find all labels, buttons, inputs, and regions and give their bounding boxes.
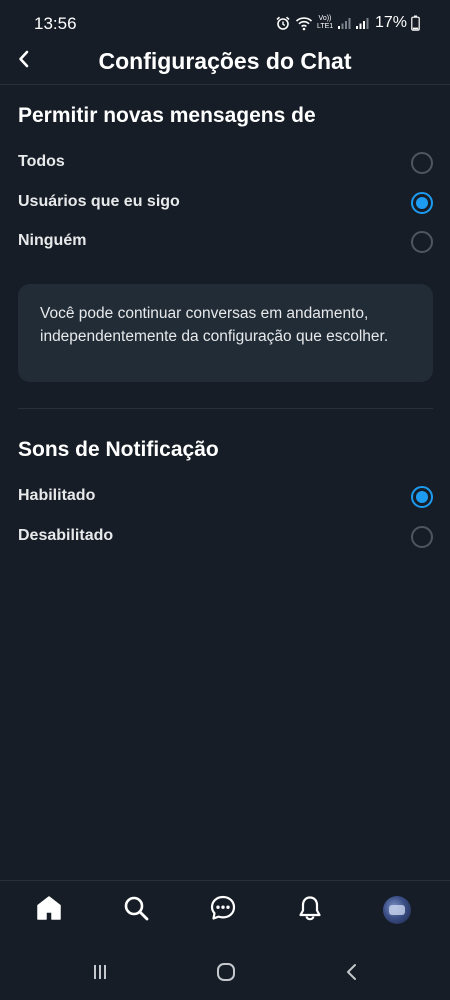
option-label: Usuários que eu sigo	[18, 193, 180, 210]
section-title-messages: Permitir novas mensagens de	[18, 104, 316, 127]
top-app-bar: Configurações do Chat	[0, 40, 450, 85]
chat-settings-screen: 13:56 Vo)) LTE1 17% Configurações do Cha…	[0, 0, 450, 1000]
option-desabilitado[interactable]: Desabilitado	[0, 519, 450, 555]
back-icon	[342, 962, 362, 987]
recents-button[interactable]	[88, 962, 112, 986]
radio-button[interactable]	[411, 526, 433, 548]
option-label: Desabilitado	[18, 527, 114, 544]
battery-percentage: 17%	[374, 14, 407, 31]
option-todos[interactable]: Todos	[0, 145, 450, 181]
home-circle-icon	[215, 961, 237, 988]
nav-home[interactable]	[34, 895, 64, 925]
option-ninguem[interactable]: Ninguém	[0, 224, 450, 260]
radio-button[interactable]	[411, 231, 433, 253]
section-title-sounds: Sons de Notificação	[18, 438, 219, 461]
bottom-navigation	[0, 880, 450, 943]
wifi-icon	[295, 15, 313, 31]
system-back-button[interactable]	[340, 962, 364, 986]
system-home-button[interactable]	[214, 962, 238, 986]
nav-messages[interactable]	[208, 895, 238, 925]
radio-button[interactable]	[411, 152, 433, 174]
section-divider	[18, 408, 433, 409]
option-label: Habilitado	[18, 487, 96, 504]
signal-icon-2	[355, 16, 369, 30]
volte-indicator: Vo)) LTE1	[317, 15, 333, 31]
nav-profile[interactable]	[382, 895, 412, 925]
battery-icon	[411, 15, 420, 31]
volte-line2: LTE1	[316, 23, 334, 30]
chat-icon	[209, 894, 237, 927]
system-navigation-bar	[0, 942, 450, 1000]
status-bar: 13:56 Vo)) LTE1 17%	[0, 0, 450, 44]
nav-notifications[interactable]	[295, 895, 325, 925]
volte-line1: Vo))	[318, 15, 332, 22]
status-icons: Vo)) LTE1 17%	[275, 12, 420, 34]
option-usuarios-que-eu-sigo[interactable]: Usuários que eu sigo	[0, 185, 450, 221]
option-label: Todos	[18, 153, 65, 170]
search-icon	[122, 894, 150, 927]
radio-button-selected[interactable]	[411, 486, 433, 508]
nav-search[interactable]	[121, 895, 151, 925]
bell-icon	[296, 894, 324, 927]
avatar	[383, 896, 411, 924]
alarm-icon	[275, 15, 291, 31]
page-title: Configurações do Chat	[98, 48, 352, 74]
status-time: 13:56	[34, 14, 77, 33]
signal-icon-1	[337, 16, 351, 30]
option-habilitado[interactable]: Habilitado	[0, 479, 450, 515]
option-label: Ninguém	[18, 232, 87, 249]
recents-icon	[90, 962, 110, 987]
radio-button-selected[interactable]	[411, 192, 433, 214]
home-icon	[35, 894, 63, 927]
info-text: Você pode continuar conversas em andamen…	[40, 305, 389, 345]
info-card: Você pode continuar conversas em andamen…	[18, 284, 433, 382]
